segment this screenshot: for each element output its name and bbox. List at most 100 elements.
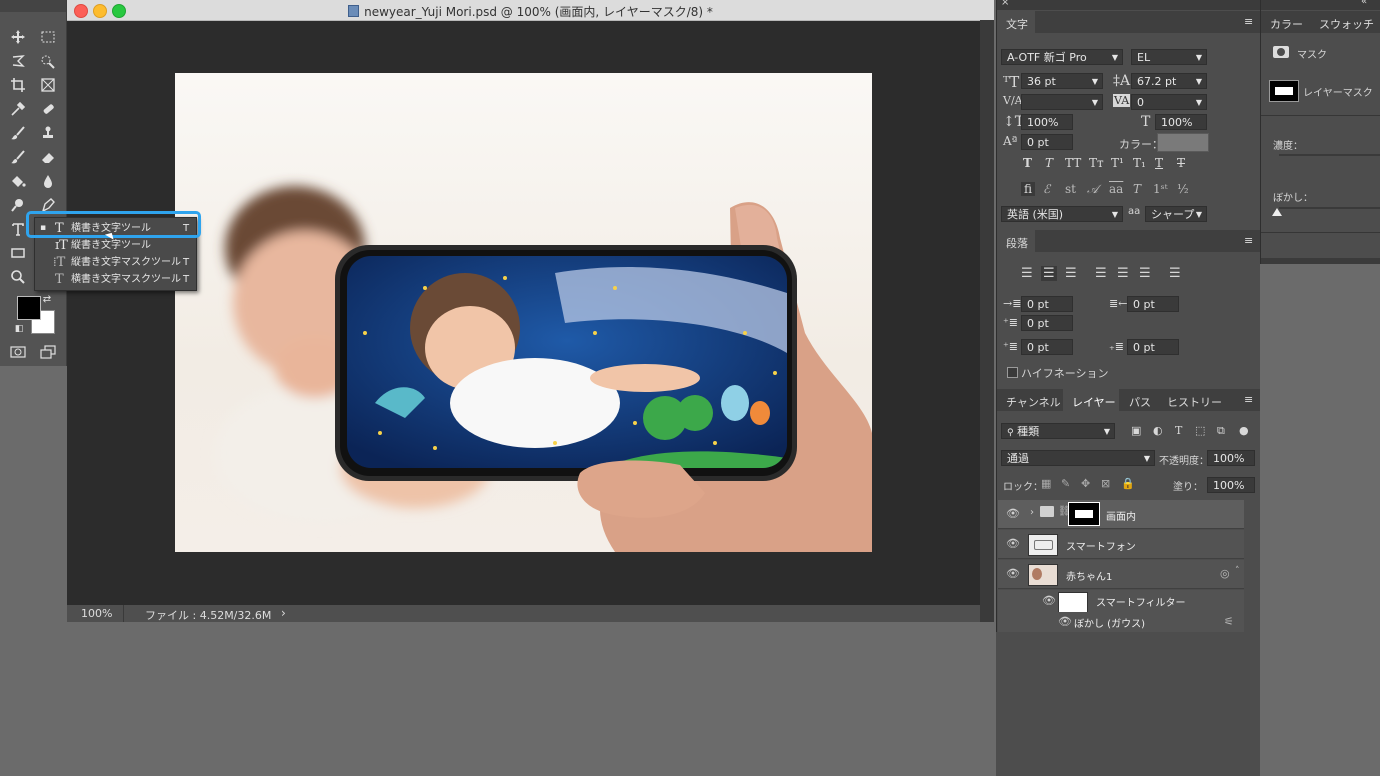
document-title-bar[interactable]: newyear_Yuji Mori.psd @ 100% (画面内, レイヤーマ… — [67, 0, 994, 21]
move-tool-icon[interactable] — [7, 27, 29, 47]
kerning-field[interactable]: ▼ — [1021, 94, 1103, 110]
align-center-icon[interactable]: ☰ — [1041, 266, 1057, 281]
flyout-item-vertical-type-mask[interactable]: ⁞T 縦書き文字マスクツール T — [35, 254, 196, 271]
filter-effect-row[interactable]: 👁 ぼかし (ガウス) ⚟ — [998, 612, 1244, 633]
font-size-field[interactable]: 36 pt ▼ — [1021, 73, 1103, 89]
lock-position-icon[interactable]: ✥ — [1081, 477, 1090, 490]
filter-options-icon[interactable]: ⚟ — [1224, 615, 1234, 628]
ordinals-icon[interactable]: 1ˢᵗ — [1153, 182, 1168, 196]
hyphenation-checkbox[interactable] — [1007, 367, 1018, 378]
anti-alias-dropdown[interactable]: シャープ ▼ — [1145, 206, 1207, 222]
align-left-icon[interactable]: ☰ — [1021, 266, 1033, 281]
brush-tool-icon[interactable] — [7, 123, 29, 143]
space-before-field[interactable]: 0 pt — [1021, 339, 1073, 355]
justify-last-center-icon[interactable]: ☰ — [1117, 266, 1129, 281]
swash-icon[interactable]: 𝒜 — [1087, 182, 1098, 197]
filter-pixel-icon[interactable]: ▣ — [1131, 424, 1141, 437]
tab-paths[interactable]: パス — [1119, 389, 1159, 411]
swap-colors-icon[interactable]: ⇄ — [40, 292, 54, 306]
density-slider-track[interactable] — [1279, 154, 1380, 156]
fractions-icon[interactable]: ½ — [1177, 182, 1189, 196]
crop-tool-icon[interactable] — [7, 75, 29, 95]
lock-all-icon[interactable]: 🔒 — [1121, 477, 1135, 490]
leading-field[interactable]: 67.2 pt ▼ — [1131, 73, 1207, 89]
panel-menu-icon[interactable]: ≡ — [1244, 15, 1253, 28]
lasso-tool-icon[interactable] — [7, 51, 29, 71]
close-panels-icon[interactable]: × — [1001, 0, 1009, 8]
small-caps-icon[interactable]: Tт — [1089, 156, 1104, 170]
indent-first-line-field[interactable]: 0 pt — [1021, 315, 1073, 331]
stylistic-alternates-icon[interactable]: aa — [1109, 182, 1123, 196]
fill-field[interactable]: 100% — [1207, 477, 1255, 493]
lock-image-icon[interactable]: ✎ — [1061, 477, 1070, 490]
tab-swatches[interactable]: スウォッチ — [1313, 11, 1380, 33]
collapse-arrow-icon[interactable]: ˄ — [1235, 566, 1240, 576]
smart-filter-mask-thumbnail[interactable] — [1058, 592, 1088, 613]
status-menu-arrow[interactable]: › — [281, 606, 286, 620]
filter-toggle-icon[interactable]: ● — [1239, 424, 1249, 437]
filter-smart-object-icon[interactable]: ⧉ — [1217, 424, 1225, 438]
lock-transparent-icon[interactable]: ▦ — [1041, 477, 1051, 490]
underline-icon[interactable]: T — [1155, 156, 1163, 170]
screen-mode-icon[interactable] — [37, 342, 59, 362]
canvas-image[interactable] — [175, 73, 872, 552]
flyout-item-horizontal-type-mask[interactable]: T 横書き文字マスクツール T — [35, 271, 196, 288]
zoom-tool-icon[interactable] — [7, 267, 29, 287]
blend-mode-dropdown[interactable]: 通過 ▼ — [1001, 450, 1155, 466]
layer-row[interactable]: 👁 スマートフォン — [998, 530, 1244, 559]
strikethrough-icon[interactable]: T — [1177, 156, 1185, 170]
visibility-eye-icon[interactable]: 👁 — [1006, 507, 1020, 520]
flyout-item-vertical-type[interactable]: ɪT 縦書き文字ツール — [35, 237, 196, 254]
eraser-tool-icon[interactable] — [37, 147, 59, 167]
baseline-shift-field[interactable]: 0 pt — [1021, 134, 1073, 150]
layer-mask-thumbnail[interactable] — [1068, 502, 1100, 526]
layer-mask-swatch[interactable] — [1269, 80, 1299, 102]
visibility-eye-icon[interactable]: 👁 — [1006, 537, 1020, 550]
discretionary-ligature-icon[interactable]: st — [1065, 182, 1076, 196]
default-colors-icon[interactable]: ◧ — [12, 322, 26, 336]
layer-row[interactable]: 👁 赤ちゃん1 ◎ ˄ — [998, 560, 1244, 589]
tab-layers[interactable]: レイヤー — [1063, 389, 1119, 411]
history-brush-tool-icon[interactable] — [7, 147, 29, 167]
foreground-color-swatch-front[interactable] — [17, 296, 41, 320]
opacity-field[interactable]: 100% — [1207, 450, 1255, 466]
clone-stamp-tool-icon[interactable] — [37, 123, 59, 143]
smart-filter-indicator-icon[interactable]: ◎ — [1220, 567, 1230, 580]
feather-slider-track[interactable] — [1279, 207, 1380, 209]
justify-all-icon[interactable]: ☰ — [1169, 266, 1181, 281]
paint-bucket-tool-icon[interactable] — [7, 171, 29, 191]
indent-right-field[interactable]: 0 pt — [1127, 296, 1179, 312]
quick-selection-tool-icon[interactable] — [37, 51, 59, 71]
superscript-icon[interactable]: T¹ — [1111, 156, 1124, 170]
tab-history[interactable]: ヒストリー — [1159, 389, 1229, 411]
visibility-eye-icon[interactable]: 👁 — [1058, 615, 1072, 628]
quick-mask-icon[interactable] — [7, 342, 29, 362]
font-family-dropdown[interactable]: A-OTF 新ゴ Pro ▼ — [1001, 49, 1123, 65]
vertical-scrollbar[interactable] — [980, 20, 994, 622]
tab-color[interactable]: カラー — [1261, 11, 1313, 33]
horizontal-scale-field[interactable]: 100% — [1155, 114, 1207, 130]
dodge-tool-icon[interactable] — [7, 195, 29, 215]
rectangle-tool-icon[interactable] — [7, 243, 29, 263]
text-color-swatch[interactable] — [1157, 133, 1209, 152]
filter-adjustment-icon[interactable]: ◐ — [1153, 424, 1163, 437]
contextual-alternates-icon[interactable]: ℰ — [1043, 182, 1050, 196]
healing-brush-tool-icon[interactable] — [37, 99, 59, 119]
tracking-field[interactable]: 0 ▼ — [1131, 94, 1207, 110]
frame-tool-icon[interactable] — [37, 75, 59, 95]
space-after-field[interactable]: 0 pt — [1127, 339, 1179, 355]
align-right-icon[interactable]: ☰ — [1065, 266, 1077, 281]
language-dropdown[interactable]: 英語 (米国) ▼ — [1001, 206, 1123, 222]
blur-tool-icon[interactable] — [37, 171, 59, 191]
vertical-scale-field[interactable]: 100% — [1021, 114, 1073, 130]
visibility-eye-icon[interactable]: 👁 — [1006, 567, 1020, 580]
layer-row[interactable]: 👁 › ⛓ 画面内 — [998, 500, 1244, 529]
faux-bold-icon[interactable]: T — [1023, 156, 1032, 170]
tab-channels[interactable]: チャンネル — [997, 389, 1063, 411]
layer-filter-dropdown[interactable]: ⚲ 種類 ▼ — [1001, 423, 1115, 439]
all-caps-icon[interactable]: TT — [1065, 156, 1081, 170]
marquee-tool-icon[interactable] — [37, 27, 59, 47]
faux-italic-icon[interactable]: T — [1045, 156, 1053, 170]
subscript-icon[interactable]: T₁ — [1133, 156, 1146, 170]
titling-alternates-icon[interactable]: T — [1133, 182, 1141, 196]
